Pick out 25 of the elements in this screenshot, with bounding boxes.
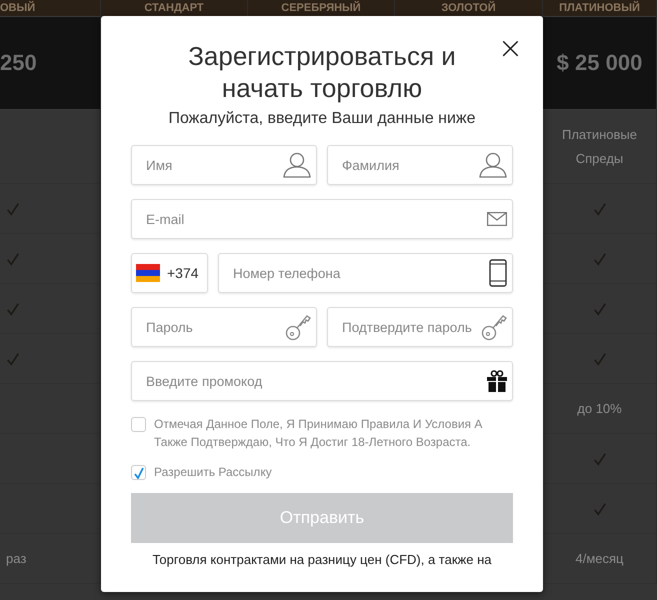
input-field[interactable]: Номер телефона [218,253,513,293]
plan-header: ОВЫЙ [0,0,100,16]
input-field[interactable]: Пароль [131,307,317,347]
plan-header: ЗОЛОТОЙ [395,0,542,16]
country-code-select[interactable]: +374 [131,253,208,293]
input-field[interactable]: E-mail [131,199,513,239]
dialog-subtitle: Пожалуйста, введите Ваши данные ниже [167,110,477,128]
checkbox-label: Отмечая Данное Поле, Я Принимаю Правила И Условия А Также Подтверждаю, Что Я Достиг 18-Летного Возраста. [154,416,484,451]
plan-price: 250 [0,50,37,76]
input-field[interactable]: Подтвердите пароль [327,307,513,347]
dialog-title: Зарегистрироваться и начать торговлю [187,40,457,104]
close-button[interactable]: × [496,34,525,64]
input-field[interactable]: Имя [131,145,317,185]
plan-header: СЕРЕБРЯНЫЙ [248,0,394,16]
plan-price: $ 25 000 [556,50,642,76]
plan-feature: раз [6,550,26,568]
input-field[interactable]: Фамилия [327,145,513,185]
input-field[interactable]: Введите промокод [131,361,513,401]
plan-feature: до 10% [577,400,622,418]
plan-header: ПЛАТИНОВЫЙ [543,0,656,16]
checkbox-label: Разрешить Рассылку [154,464,272,481]
plan-feature: 4/месяц [576,550,624,568]
disclaimer-text: Торговля контрактами на разницу цен (CFD), а также на [152,552,492,567]
plan-feature: Платиновые Спреды [561,126,638,168]
plan-header: СТАНДАРТ [101,0,247,16]
